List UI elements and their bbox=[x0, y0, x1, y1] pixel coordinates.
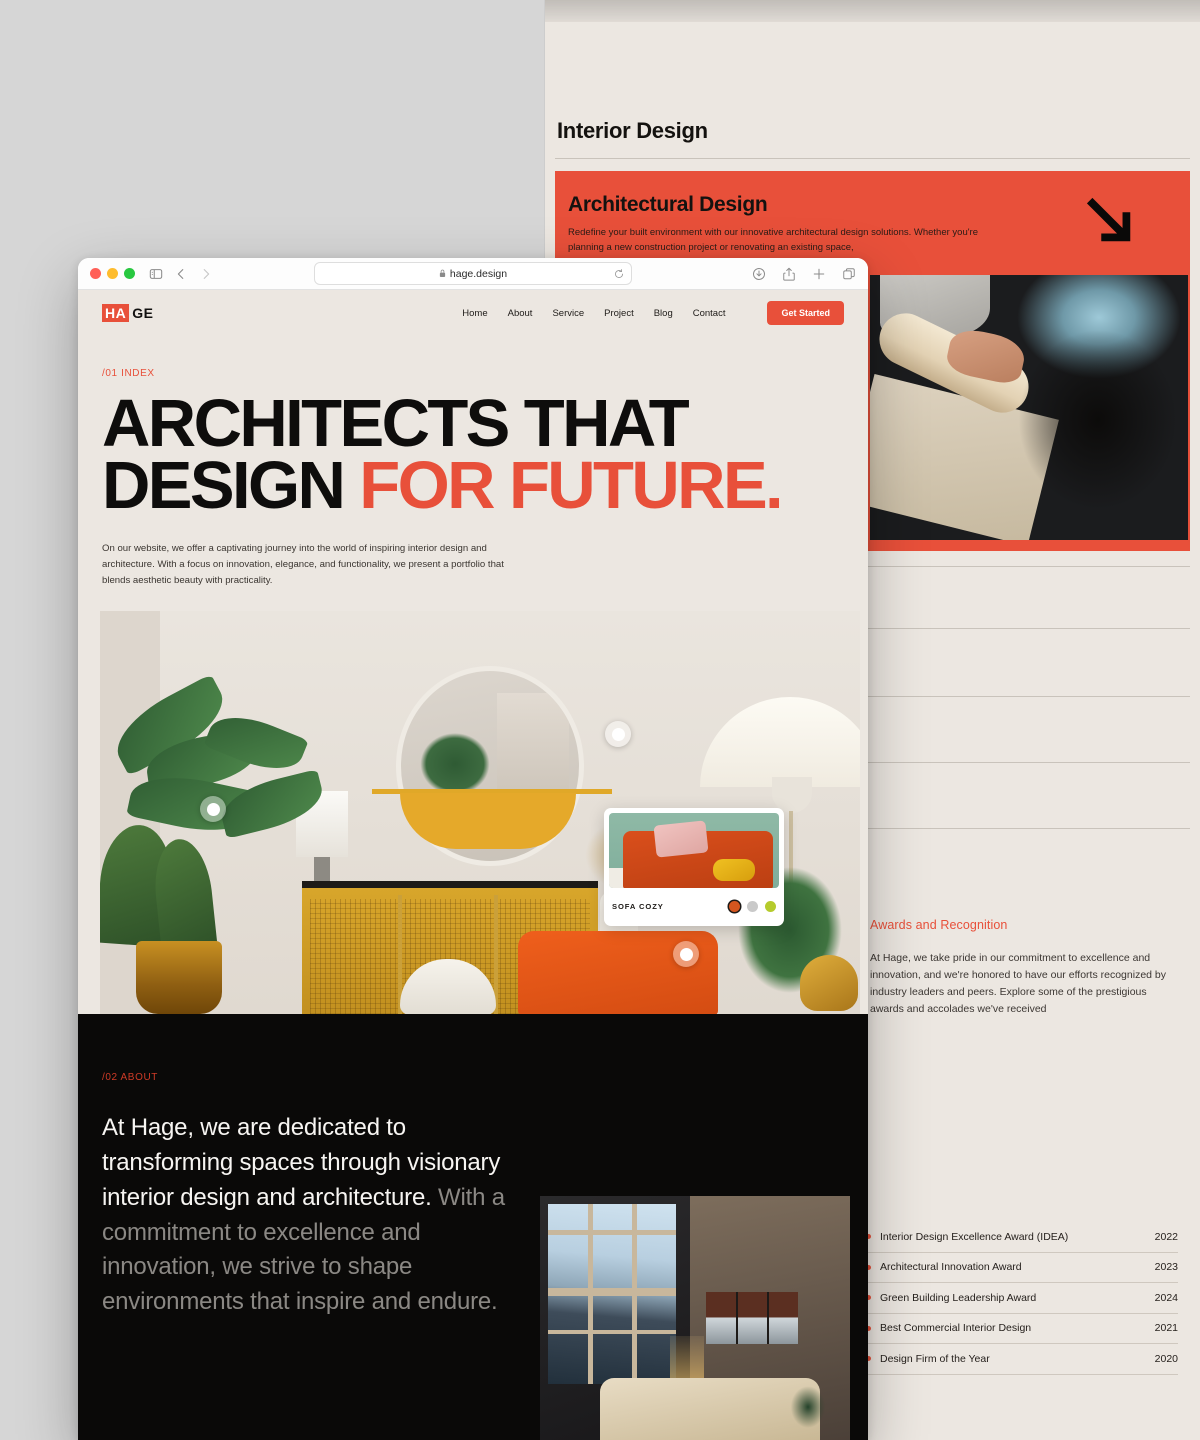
award-name: Architectural Innovation Award bbox=[880, 1261, 1022, 1274]
tab-overview-icon[interactable] bbox=[842, 267, 856, 281]
maximize-window-button[interactable] bbox=[124, 268, 135, 279]
hero-headline-accent: FOR FUTURE. bbox=[359, 447, 783, 523]
nav-item-service[interactable]: Service bbox=[552, 308, 584, 319]
reload-icon[interactable] bbox=[614, 268, 624, 279]
nav-item-home[interactable]: Home bbox=[462, 308, 487, 319]
architectural-design-title: Architectural Design bbox=[568, 193, 768, 216]
hero-headline-line2: DESIGN FOR FUTURE. bbox=[102, 452, 844, 519]
browser-toolbar: hage.design bbox=[78, 258, 868, 290]
about-eyebrow: /02 ABOUT bbox=[102, 1072, 158, 1084]
product-image bbox=[609, 813, 779, 889]
awards-list: Interior Design Excellence Award (IDEA) … bbox=[866, 1222, 1178, 1375]
about-headline: At Hage, we are dedicated to transformin… bbox=[102, 1111, 532, 1320]
sidebar-toggle-icon[interactable] bbox=[149, 267, 163, 281]
hero-section: /01 INDEX ARCHITECTS THAT DESIGN FOR FUT… bbox=[78, 368, 868, 1015]
award-name: Green Building Leadership Award bbox=[880, 1291, 1037, 1304]
nav-links: Home About Service Project Blog Contact … bbox=[462, 301, 844, 325]
lime-swatch[interactable] bbox=[765, 900, 776, 912]
about-interior-photo bbox=[540, 1196, 850, 1440]
site-logo[interactable]: HA GE bbox=[102, 304, 153, 322]
nav-item-project[interactable]: Project bbox=[604, 308, 634, 319]
award-year: 2023 bbox=[1154, 1261, 1178, 1274]
award-year: 2024 bbox=[1154, 1291, 1178, 1304]
awards-description: At Hage, we take pride in our commitment… bbox=[870, 952, 1167, 1015]
get-started-button[interactable]: Get Started bbox=[767, 301, 844, 325]
color-swatches bbox=[729, 900, 776, 912]
logo-first: HA bbox=[102, 304, 130, 322]
chevron-left-icon[interactable] bbox=[174, 267, 188, 281]
award-row: Architectural Innovation Award 2023 bbox=[866, 1253, 1178, 1283]
url-text: hage.design bbox=[449, 267, 508, 280]
site-navbar: HA GE Home About Service Project Blog Co… bbox=[78, 290, 868, 336]
architect-blueprint-photo bbox=[870, 275, 1188, 540]
awards-title: Awards and Recognition bbox=[870, 918, 1008, 932]
award-year: 2021 bbox=[1154, 1322, 1178, 1335]
award-name: Best Commercial Interior Design bbox=[880, 1322, 1032, 1335]
window-controls[interactable] bbox=[90, 268, 135, 279]
award-row: Best Commercial Interior Design 2021 bbox=[866, 1314, 1178, 1344]
orange-swatch[interactable] bbox=[729, 900, 740, 912]
background-top-image bbox=[545, 0, 1200, 22]
chevron-right-icon[interactable] bbox=[199, 267, 213, 281]
hero-paragraph: On our website, we offer a captivating j… bbox=[102, 543, 504, 587]
award-year: 2022 bbox=[1154, 1230, 1178, 1243]
hero-eyebrow: /01 INDEX bbox=[102, 368, 155, 379]
minimize-window-button[interactable] bbox=[107, 268, 118, 279]
nav-item-about[interactable]: About bbox=[508, 308, 533, 319]
award-name: Interior Design Excellence Award (IDEA) bbox=[880, 1230, 1069, 1243]
address-bar[interactable]: hage.design bbox=[314, 262, 632, 285]
hero-interior-photo: SOFA COZY bbox=[100, 611, 860, 1015]
divider bbox=[555, 158, 1190, 159]
product-name: SOFA COZY bbox=[612, 901, 664, 911]
product-card[interactable]: SOFA COZY bbox=[604, 808, 784, 927]
nav-item-blog[interactable]: Blog bbox=[654, 308, 673, 319]
background-section-title: Interior Design bbox=[557, 118, 708, 143]
lock-icon bbox=[439, 269, 446, 277]
award-row: Green Building Leadership Award 2024 bbox=[866, 1283, 1178, 1314]
plus-icon[interactable] bbox=[812, 267, 826, 281]
arrow-down-right-icon bbox=[1086, 197, 1131, 242]
download-icon[interactable] bbox=[752, 267, 766, 281]
gray-swatch[interactable] bbox=[747, 900, 758, 912]
award-year: 2020 bbox=[1154, 1352, 1178, 1365]
hero-headline-black: DESIGN bbox=[102, 447, 360, 523]
share-icon[interactable] bbox=[782, 267, 796, 281]
award-row: Interior Design Excellence Award (IDEA) … bbox=[866, 1222, 1178, 1253]
hero-headline: ARCHITECTS THAT DESIGN FOR FUTURE. bbox=[102, 386, 844, 519]
logo-second: GE bbox=[132, 305, 154, 321]
close-window-button[interactable] bbox=[90, 268, 101, 279]
nav-item-contact[interactable]: Contact bbox=[693, 308, 726, 319]
award-name: Design Firm of the Year bbox=[880, 1352, 990, 1365]
hero-headline-line1: ARCHITECTS THAT bbox=[102, 386, 690, 461]
architectural-design-description: Redefine your built environment with our… bbox=[568, 227, 979, 253]
award-row: Design Firm of the Year 2020 bbox=[866, 1344, 1178, 1375]
